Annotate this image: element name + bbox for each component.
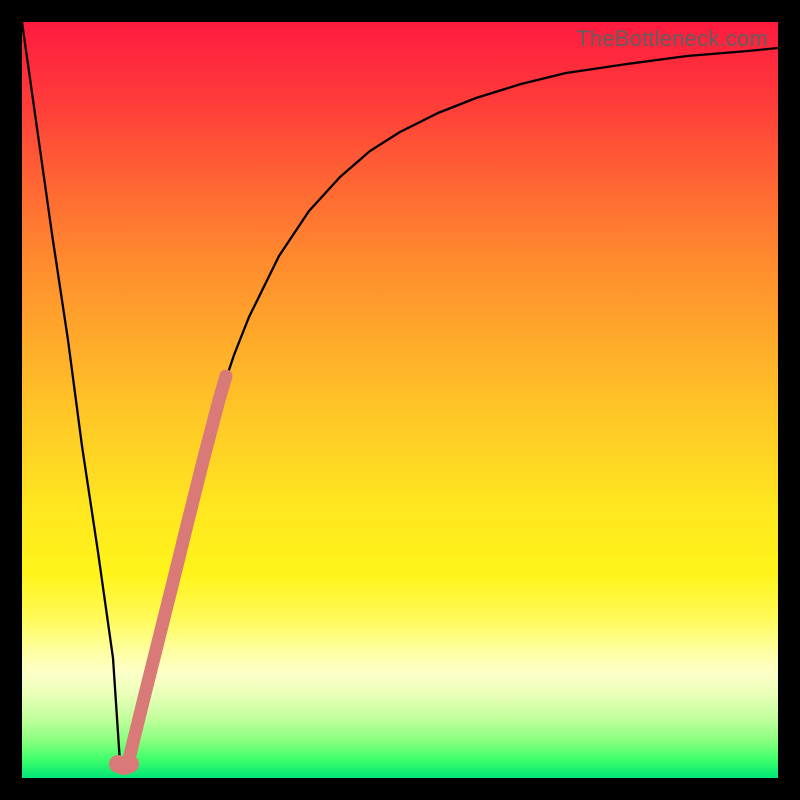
chart-frame: TheBottleneck.com	[0, 0, 800, 800]
minimum-marker	[109, 755, 139, 775]
chart-svg	[22, 22, 778, 778]
highlight-segment	[128, 376, 226, 763]
bottleneck-curve	[22, 22, 778, 763]
chart-plot-area: TheBottleneck.com	[22, 22, 778, 778]
